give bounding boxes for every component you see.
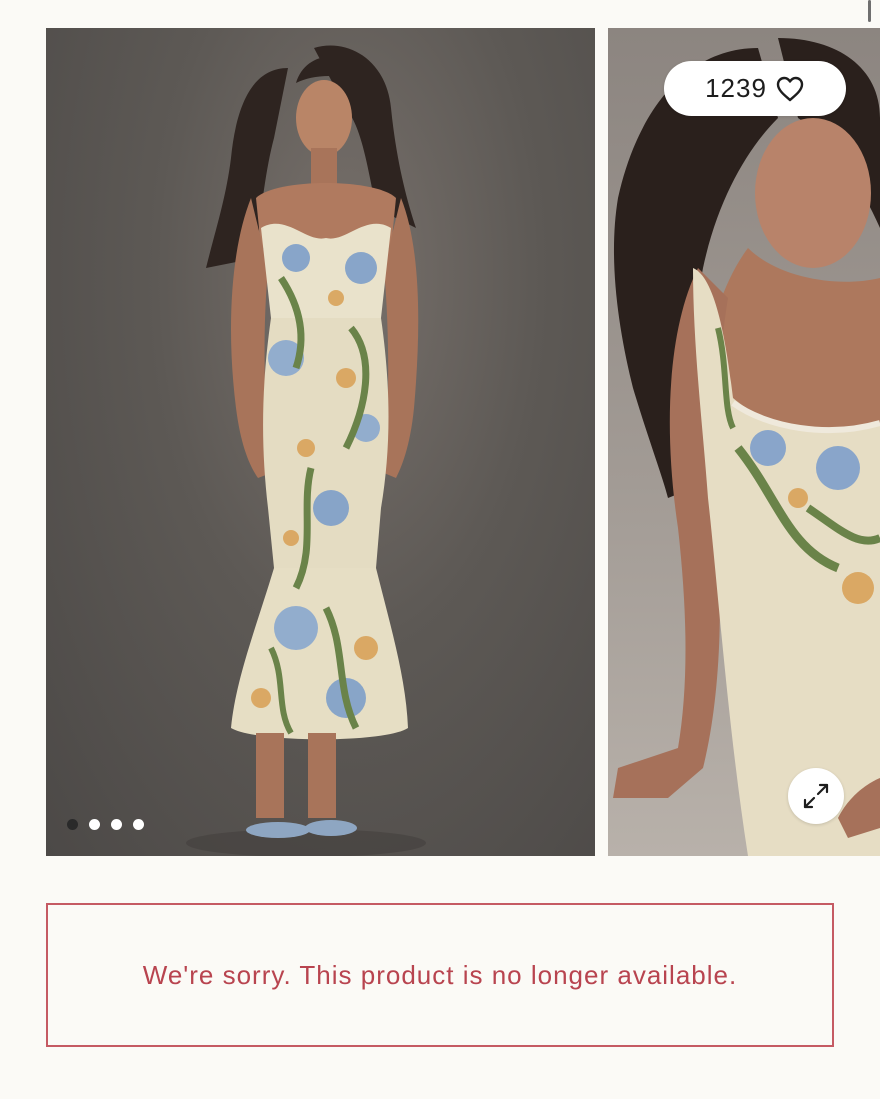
carousel-dot-2[interactable] (89, 819, 100, 830)
model-closeup-illustration (613, 38, 880, 856)
unavailable-message: We're sorry. This product is no longer a… (142, 959, 738, 990)
favorite-count: 1239 (705, 73, 767, 103)
heart-icon (776, 76, 804, 101)
expand-arrows-icon (803, 783, 829, 809)
scrollbar-thumb[interactable] (868, 0, 871, 22)
carousel-dot-1[interactable] (67, 819, 78, 830)
favorite-button[interactable]: 1239 (664, 61, 846, 116)
model-full-length-illustration (186, 45, 426, 856)
expand-image-button[interactable] (788, 768, 844, 824)
product-image-secondary[interactable] (608, 28, 880, 856)
product-page: 1239 We're sorry. This product is no lon… (0, 0, 880, 1099)
carousel-dots (67, 819, 144, 830)
carousel-dot-3[interactable] (111, 819, 122, 830)
carousel-dot-4[interactable] (133, 819, 144, 830)
product-unavailable-notice: We're sorry. This product is no longer a… (46, 903, 834, 1047)
product-image-main[interactable] (46, 28, 595, 856)
